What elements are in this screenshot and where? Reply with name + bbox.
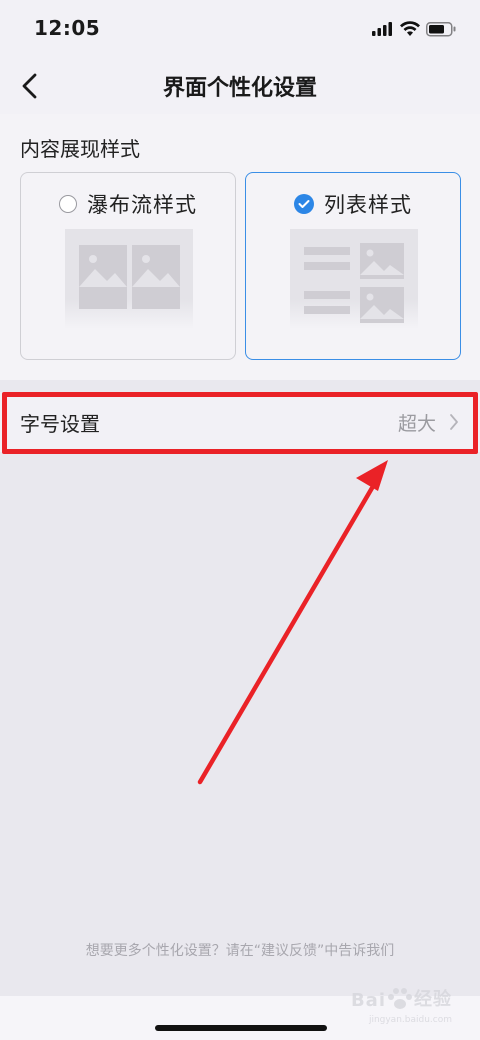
chevron-right-icon [450,414,458,430]
watermark-brand: Bai [350,990,386,1011]
watermark-url: jingyan.baidu.com [368,1015,452,1025]
section-title: 内容展现样式 [20,137,140,161]
radio-unchecked-icon [59,195,77,213]
status-bar: 12:05 [0,0,480,58]
radio-checked-icon [294,194,314,214]
list-style-option[interactable]: 列表样式 [245,172,461,360]
paw-logo-icon [388,988,412,1009]
battery-icon [426,22,456,37]
wifi-icon [400,21,420,36]
font-size-label: 字号设置 [20,412,100,436]
page-title: 界面个性化设置 [162,76,317,101]
list-style-label: 列表样式 [324,193,412,217]
status-time: 12:05 [34,16,101,40]
status-icons [370,20,460,38]
watermark: Bai 经验 jingyan.baidu.com [350,985,452,1025]
waterfall-style-label: 瀑布流样式 [87,193,197,217]
waterfall-style-option[interactable]: 瀑布流样式 [20,172,236,360]
waterfall-preview-icon [65,229,193,329]
font-size-setting-row[interactable]: 字号设置 超大 [0,392,480,452]
watermark-suffix: 经验 [414,989,452,1010]
cellular-signal-icon [372,22,392,36]
font-size-value: 超大 [397,413,436,435]
content-style-section: 内容展现样式 瀑布流样式 列表样式 [0,114,480,380]
home-indicator[interactable] [155,1025,327,1031]
list-preview-icon [290,229,418,329]
footer-hint: 想要更多个性化设置？请在“建议反馈”中告诉我们 [85,943,395,959]
nav-bar: 界面个性化设置 [0,58,480,114]
